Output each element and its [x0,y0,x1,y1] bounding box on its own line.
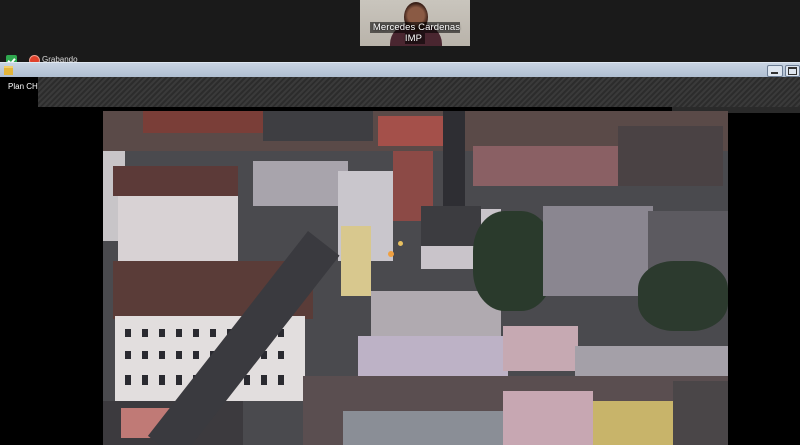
video-rooftop-bottom-right [673,381,728,445]
video-building-low1 [358,336,508,376]
video-car-lights1 [388,251,394,257]
video-roof-red2 [378,116,443,146]
minimize-button[interactable] [767,65,783,77]
video-roof-gray-bottom [343,411,503,445]
folder-icon [4,66,13,75]
video-street-top [443,111,465,221]
video-building-yellow2 [593,401,673,445]
window-toolbar [38,77,800,107]
shared-screen-video[interactable] [103,111,728,445]
participant-name-label: Mercedes Cardenas IMP [369,22,461,44]
video-roof-band [473,146,623,186]
video-car-lights2 [398,241,403,246]
window-tab-label[interactable]: Plan CHC [0,77,38,107]
video-building-yellow [341,226,371,296]
video-roof-right [618,126,723,186]
video-roof-left2 [113,166,238,196]
maximize-button[interactable] [785,65,800,77]
video-roof-center [421,206,481,246]
video-tree-right [638,261,728,331]
video-building-mid1 [253,161,348,206]
participant-video-tile[interactable]: Mercedes Cardenas IMP [360,0,470,46]
video-roof-gray [263,111,373,141]
video-building-right1 [543,206,653,296]
video-tree [473,211,553,311]
video-roof-red [143,111,263,133]
video-building-pink [503,391,593,445]
shared-window-titlebar [0,62,800,78]
video-building-low2 [503,326,578,371]
